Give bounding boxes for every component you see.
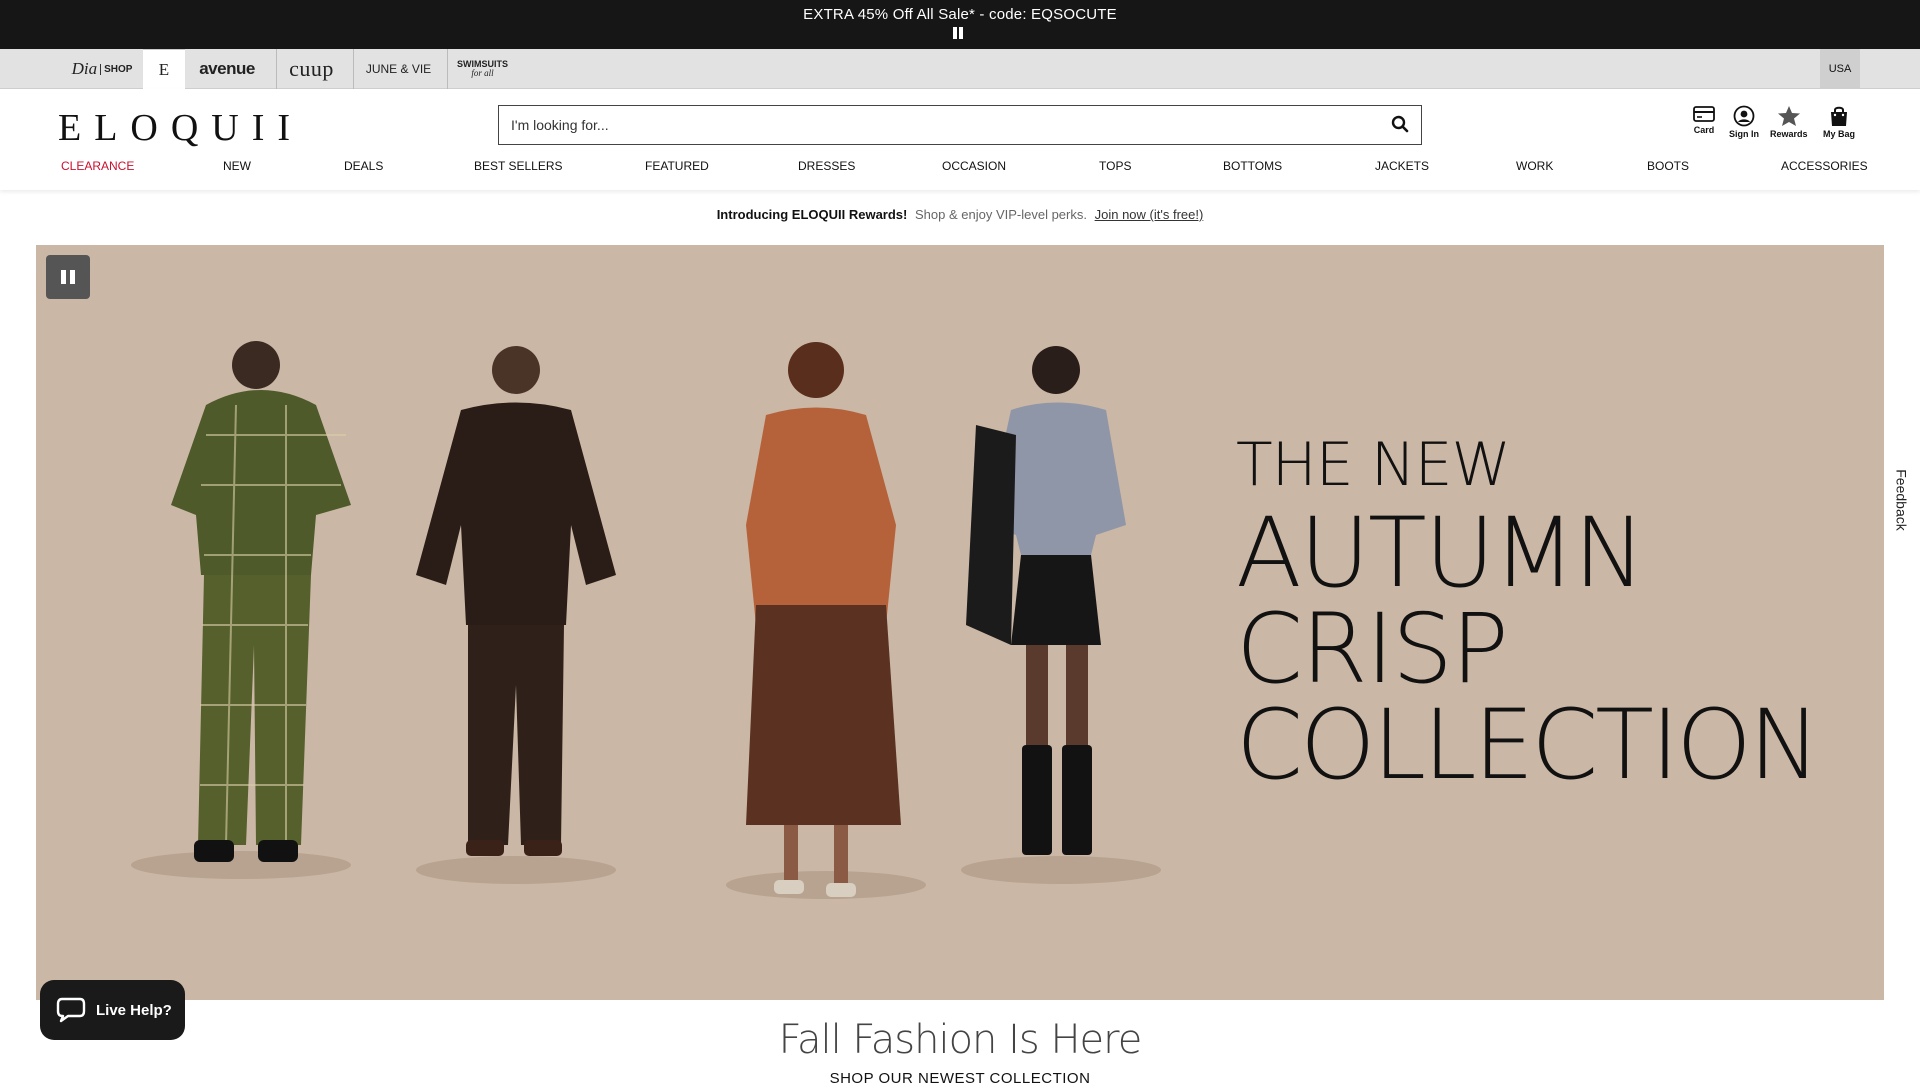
nav-item-tops[interactable]: TOPS bbox=[1099, 159, 1131, 173]
country-selector[interactable]: USA bbox=[1820, 49, 1860, 89]
nav-item-dresses[interactable]: DRESSES bbox=[798, 159, 855, 173]
promo-banner: EXTRA 45% Off All Sale* - code: EQSOCUTE bbox=[0, 0, 1920, 49]
site-header: ELOQUII Card Sign In Rewards My Bag CLEA… bbox=[0, 89, 1920, 190]
nav-item-clearance[interactable]: CLEARANCE bbox=[61, 159, 134, 173]
card-link[interactable]: Card bbox=[1693, 105, 1715, 135]
hero-line-autumn: AUTUMN bbox=[1236, 497, 1645, 609]
nav-item-featured[interactable]: FEATURED bbox=[645, 159, 709, 173]
nav-item-accessories[interactable]: ACCESSORIES bbox=[1781, 159, 1868, 173]
section-title: Fall Fashion Is Here bbox=[778, 1017, 1143, 1063]
feedback-tab[interactable]: Feedback bbox=[1884, 440, 1920, 560]
search-bar bbox=[498, 105, 1422, 145]
bag-label: My Bag bbox=[1823, 129, 1856, 139]
nav-item-new[interactable]: NEW bbox=[223, 159, 251, 173]
promo-text[interactable]: EXTRA 45% Off All Sale* - code: EQSOCUTE bbox=[0, 6, 1920, 23]
feedback-label: Feedback bbox=[1894, 469, 1911, 531]
brand-dia-shop[interactable]: Dia SHOP bbox=[62, 49, 142, 89]
hero-models-image bbox=[131, 341, 1161, 899]
hero-headline: THE NEW AUTUMN CRISP COLLECTION bbox=[1236, 430, 1821, 801]
brand-switcher: Dia SHOP E avenue cuup JUNE & VIE SWIMSUI… bbox=[0, 49, 1920, 89]
nav-item-bottoms[interactable]: BOTTOMS bbox=[1223, 159, 1282, 173]
credit-card-icon bbox=[1693, 106, 1715, 122]
model-plaid-outfit bbox=[171, 341, 351, 862]
shopping-bag-icon bbox=[1831, 106, 1847, 126]
brand-dia-label: Dia bbox=[71, 59, 98, 78]
search-input[interactable] bbox=[511, 106, 1371, 144]
nav-item-deals[interactable]: DEALS bbox=[344, 159, 383, 173]
star-icon bbox=[1777, 106, 1800, 126]
account-icon bbox=[1733, 105, 1755, 127]
bag-link[interactable]: My Bag bbox=[1823, 105, 1855, 139]
promo-pause-icon[interactable] bbox=[952, 27, 964, 39]
rewards-intro: Introducing ELOQUII Rewards! bbox=[716, 207, 908, 222]
nav-item-jackets[interactable]: JACKETS bbox=[1375, 159, 1429, 173]
brand-cuup[interactable]: cuup bbox=[276, 49, 346, 89]
hero-banner[interactable]: THE NEW AUTUMN CRISP COLLECTION bbox=[36, 245, 1884, 1000]
rewards-perks: Shop & enjoy VIP-level perks. bbox=[915, 207, 1087, 222]
chat-bubble-icon bbox=[56, 997, 86, 1023]
live-help-button[interactable]: Live Help? bbox=[40, 980, 185, 1040]
main-nav: CLEARANCE NEW DEALS BEST SELLERS FEATURE… bbox=[0, 159, 1920, 183]
model-corduroy-outfit bbox=[416, 346, 616, 856]
brand-dia-shop-label: SHOP bbox=[100, 63, 132, 75]
search-icon[interactable] bbox=[1391, 115, 1411, 135]
model-grey-top-outfit bbox=[966, 346, 1126, 855]
live-help-label: Live Help? bbox=[96, 1001, 172, 1019]
nav-item-occasion[interactable]: OCCASION bbox=[942, 159, 1006, 173]
rewards-label: Rewards bbox=[1770, 129, 1808, 139]
brand-swim-line2: for all bbox=[471, 68, 494, 78]
nav-item-boots[interactable]: BOOTS bbox=[1647, 159, 1689, 173]
hero-pause-icon[interactable] bbox=[46, 255, 90, 299]
model-leather-skirt-outfit bbox=[746, 342, 901, 897]
site-logo[interactable]: ELOQUII bbox=[58, 106, 303, 150]
rewards-announcement: Introducing ELOQUII Rewards! Shop & enjo… bbox=[0, 207, 1920, 222]
nav-item-best-sellers[interactable]: BEST SELLERS bbox=[474, 159, 563, 173]
brand-eloquii[interactable]: E bbox=[143, 49, 185, 89]
hero-line-collection: COLLECTION bbox=[1236, 689, 1821, 801]
rewards-join-link[interactable]: Join now (it's free!) bbox=[1095, 207, 1204, 222]
hero-line-crisp: CRISP bbox=[1236, 593, 1509, 705]
brand-swimsuits-for-all[interactable]: SWIMSUITS for all bbox=[447, 49, 517, 89]
sign-in-link[interactable]: Sign In bbox=[1729, 105, 1759, 139]
card-label: Card bbox=[1693, 125, 1715, 135]
rewards-link[interactable]: Rewards bbox=[1770, 105, 1808, 139]
hero-line-the-new: THE NEW bbox=[1236, 430, 1511, 500]
section-subtitle[interactable]: SHOP OUR NEWEST COLLECTION bbox=[0, 1070, 1920, 1087]
brand-june-vie[interactable]: JUNE & VIE bbox=[353, 49, 443, 89]
nav-item-work[interactable]: WORK bbox=[1516, 159, 1553, 173]
brand-avenue[interactable]: avenue bbox=[192, 49, 262, 89]
sign-in-label: Sign In bbox=[1729, 129, 1759, 139]
